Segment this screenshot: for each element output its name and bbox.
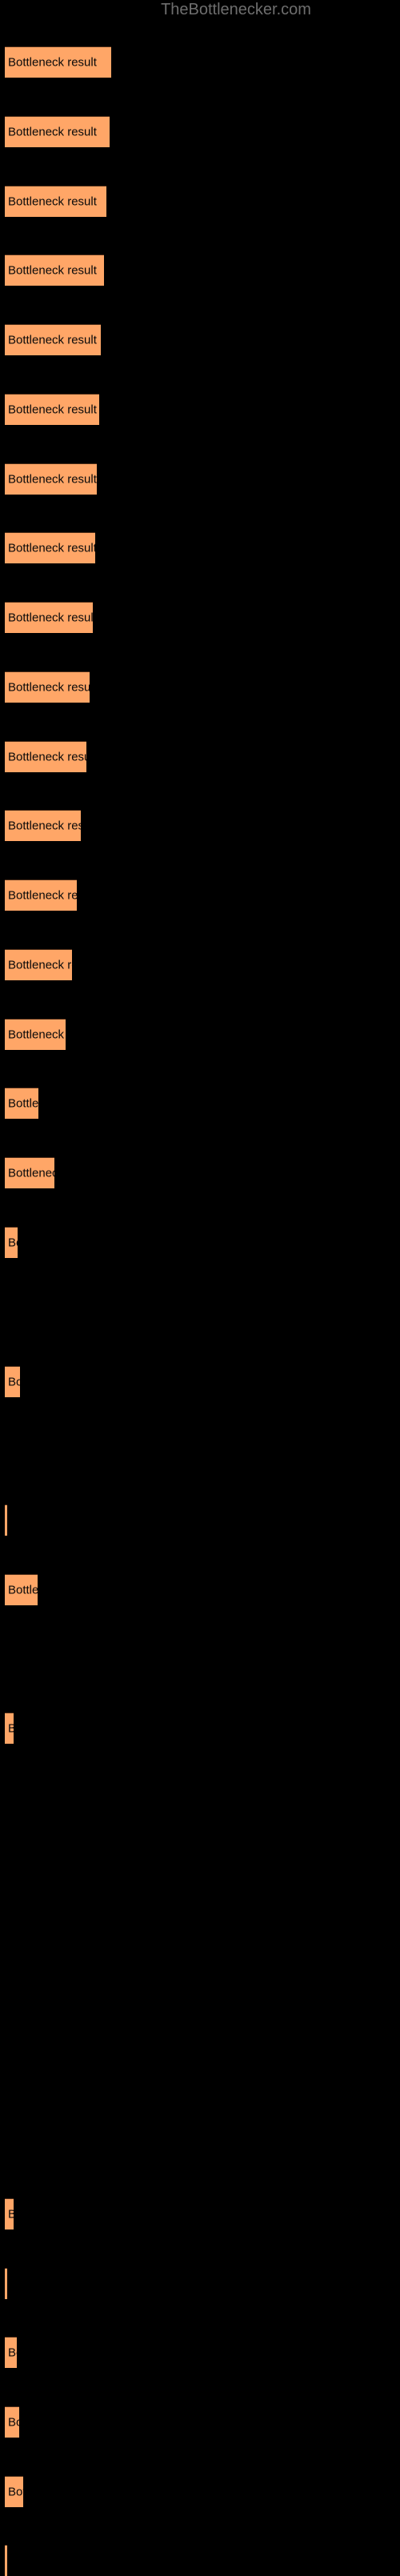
- bar-row: Bottleneck result: [0, 116, 400, 147]
- bar-23[interactable]: Bottleneck result: [5, 2198, 14, 2229]
- bar-24[interactable]: Bottleneck result: [5, 2268, 7, 2299]
- bar-row: Bottleneck result: [0, 949, 400, 980]
- bar-row: Bottleneck result: [0, 1574, 400, 1605]
- bar-27[interactable]: Bottleneck result: [5, 2476, 23, 2507]
- bar-label: Bottleneck result: [8, 2346, 17, 2360]
- bar-25[interactable]: Bottleneck result: [5, 2337, 17, 2368]
- bar-row: Bottleneck result: [0, 463, 400, 495]
- bar-5[interactable]: Bottleneck result: [5, 324, 101, 355]
- bottleneck-bar-chart: Bottleneck result Bottleneck result Bottle…: [0, 0, 400, 2576]
- bar-label: Bottleneck result: [8, 403, 97, 417]
- bar-label: Bottleneck result: [8, 194, 97, 209]
- bar-11[interactable]: Bottleneck result: [5, 741, 86, 772]
- bar-label: Bottleneck result: [8, 1028, 66, 1042]
- bar-row: Bottleneck result: [0, 2268, 400, 2299]
- bar-15[interactable]: Bottleneck result: [5, 1019, 66, 1050]
- bar-16[interactable]: Bottleneck result: [5, 1088, 38, 1119]
- bar-row: Bottleneck result: [0, 2406, 400, 2438]
- bar-row: Bottleneck result: [0, 1157, 400, 1188]
- bar-row: Bottleneck result: [0, 2476, 400, 2507]
- bar-20[interactable]: Bottleneck result: [5, 1504, 7, 1536]
- bar-8[interactable]: Bottleneck result: [5, 532, 95, 563]
- bar-3[interactable]: Bottleneck result: [5, 186, 106, 217]
- bar-row: Bottleneck result: [0, 394, 400, 425]
- bar-label: Bottleneck result: [8, 1722, 14, 1736]
- bar-1[interactable]: Bottleneck result: [5, 46, 111, 78]
- bar-row: Bottleneck result: [0, 254, 400, 286]
- bar-12[interactable]: Bottleneck result: [5, 810, 81, 841]
- bar-2[interactable]: Bottleneck result: [5, 116, 110, 147]
- bar-22[interactable]: Bottleneck result: [5, 1713, 14, 1744]
- bar-label: Bottleneck result: [8, 125, 97, 139]
- bar-13[interactable]: Bottleneck result: [5, 879, 77, 911]
- bar-row: Bottleneck result: [0, 324, 400, 355]
- bar-17[interactable]: Bottleneck result: [5, 1157, 54, 1188]
- bar-row: Bottleneck result: [0, 1227, 400, 1258]
- bar-4[interactable]: Bottleneck result: [5, 254, 104, 286]
- bar-label: Bottleneck result: [8, 263, 97, 278]
- bar-row: Bottleneck result: [0, 602, 400, 633]
- bar-label: Bottleneck result: [8, 1236, 18, 1250]
- bar-label: Bottleneck result: [8, 888, 77, 903]
- bar-6[interactable]: Bottleneck result: [5, 394, 99, 425]
- bar-row: Bottleneck result: [0, 186, 400, 217]
- bar-label: Bottleneck result: [8, 1583, 38, 1597]
- bar-row: Bottleneck result: [0, 1088, 400, 1119]
- bar-label: Bottleneck result: [8, 958, 72, 972]
- bar-row: Bottleneck result: [0, 2337, 400, 2368]
- bar-label: Bottleneck result: [8, 333, 97, 347]
- bar-label: Bottleneck result: [8, 2208, 14, 2221]
- bar-row: Bottleneck result: [0, 1366, 400, 1397]
- bar-label: Bottleneck result: [8, 472, 97, 487]
- bar-label: Bottleneck result: [8, 611, 93, 625]
- bar-label: Bottleneck result: [8, 2485, 23, 2499]
- bar-label: Bottleneck result: [8, 55, 97, 70]
- bar-label: Bottleneck result: [8, 2415, 19, 2430]
- bar-row: Bottleneck result: [0, 810, 400, 841]
- bar-row: Bottleneck result: [0, 532, 400, 563]
- bar-row: Bottleneck result: [0, 46, 400, 78]
- bar-14[interactable]: Bottleneck result: [5, 949, 72, 980]
- bar-row: Bottleneck result: [0, 879, 400, 911]
- bar-19[interactable]: Bottleneck result: [5, 1366, 20, 1397]
- bar-18[interactable]: Bottleneck result: [5, 1227, 18, 1258]
- bar-row: Bottleneck result: [0, 1019, 400, 1050]
- bar-label: Bottleneck result: [8, 680, 90, 695]
- bar-10[interactable]: Bottleneck result: [5, 671, 90, 703]
- bar-21[interactable]: Bottleneck result: [5, 1574, 38, 1605]
- bar-row: Bottleneck result: [0, 1504, 400, 1536]
- bar-7[interactable]: Bottleneck result: [5, 463, 97, 495]
- bar-label: Bottleneck result: [8, 750, 86, 764]
- bar-row: Bottleneck result: [0, 741, 400, 772]
- bar-9[interactable]: Bottleneck result: [5, 602, 93, 633]
- bar-row: Bottleneck result: [0, 671, 400, 703]
- bar-26[interactable]: Bottleneck result: [5, 2406, 19, 2438]
- bar-label: Bottleneck result: [8, 819, 81, 833]
- bar-label: Bottleneck result: [8, 1096, 38, 1111]
- bar-label: Bottleneck result: [8, 541, 95, 555]
- bar-label: Bottleneck result: [8, 1166, 54, 1180]
- bar-row: Bottleneck result: [0, 1713, 400, 1744]
- bar-row: Bottleneck result: [0, 2198, 400, 2229]
- bar-label: Bottleneck result: [8, 1375, 20, 1389]
